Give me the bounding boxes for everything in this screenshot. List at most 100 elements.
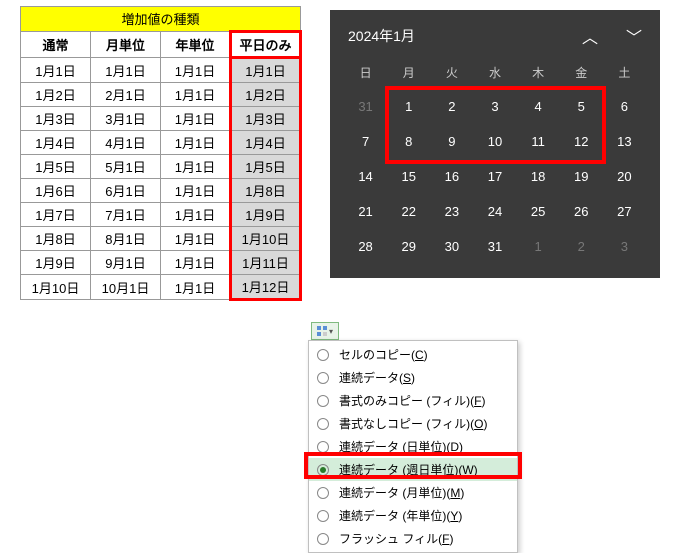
calendar-prev-icon[interactable]: ︿ bbox=[582, 24, 598, 48]
table-cell[interactable]: 1月10日 bbox=[21, 275, 91, 300]
table-cell[interactable]: 1月1日 bbox=[231, 58, 301, 83]
header-month[interactable]: 月単位 bbox=[91, 32, 161, 58]
calendar-day[interactable]: 4 bbox=[517, 89, 560, 124]
calendar-widget: 2024年1月 ︿ ﹀ 日月火水木金土311234567891011121314… bbox=[330, 10, 660, 278]
header-normal[interactable]: 通常 bbox=[21, 32, 91, 58]
table-cell[interactable]: 1月1日 bbox=[161, 107, 231, 131]
table-cell[interactable]: 1月12日 bbox=[231, 275, 301, 300]
table-cell[interactable]: 1月1日 bbox=[161, 203, 231, 227]
table-cell[interactable]: 10月1日 bbox=[91, 275, 161, 300]
menu-item[interactable]: 書式なしコピー (フィル)(O) bbox=[309, 412, 517, 435]
table-cell[interactable]: 1月1日 bbox=[161, 251, 231, 275]
calendar-next-icon[interactable]: ﹀ bbox=[626, 24, 642, 48]
table-cell[interactable]: 1月1日 bbox=[161, 179, 231, 203]
calendar-day[interactable]: 31 bbox=[473, 229, 516, 264]
table-cell[interactable]: 1月2日 bbox=[231, 83, 301, 107]
table-cell[interactable]: 1月1日 bbox=[161, 131, 231, 155]
menu-item-label: 書式なしコピー (フィル)(O) bbox=[339, 415, 507, 432]
radio-icon bbox=[317, 349, 329, 361]
table-cell[interactable]: 1月2日 bbox=[21, 83, 91, 107]
calendar-title[interactable]: 2024年1月 bbox=[348, 26, 415, 46]
calendar-day[interactable]: 2 bbox=[560, 229, 603, 264]
table-cell[interactable]: 1月9日 bbox=[21, 251, 91, 275]
table-cell[interactable]: 1月4日 bbox=[21, 131, 91, 155]
calendar-day[interactable]: 19 bbox=[560, 159, 603, 194]
table-cell[interactable]: 1月8日 bbox=[21, 227, 91, 251]
calendar-day[interactable]: 1 bbox=[517, 229, 560, 264]
calendar-day[interactable]: 8 bbox=[387, 124, 430, 159]
calendar-day[interactable]: 11 bbox=[517, 124, 560, 159]
calendar-day[interactable]: 21 bbox=[344, 194, 387, 229]
calendar-day[interactable]: 31 bbox=[344, 89, 387, 124]
calendar-day[interactable]: 20 bbox=[603, 159, 646, 194]
table-cell[interactable]: 4月1日 bbox=[91, 131, 161, 155]
table-cell[interactable]: 1月10日 bbox=[231, 227, 301, 251]
table-cell[interactable]: 1月4日 bbox=[231, 131, 301, 155]
calendar-day[interactable]: 12 bbox=[560, 124, 603, 159]
calendar-day[interactable]: 24 bbox=[473, 194, 516, 229]
table-cell[interactable]: 1月9日 bbox=[231, 203, 301, 227]
menu-item-label: 連続データ (月単位)(M) bbox=[339, 484, 507, 501]
calendar-day[interactable]: 26 bbox=[560, 194, 603, 229]
menu-item[interactable]: 連続データ (年単位)(Y) bbox=[309, 504, 517, 527]
menu-item[interactable]: フラッシュ フィル(F) bbox=[309, 527, 517, 550]
calendar-day[interactable]: 29 bbox=[387, 229, 430, 264]
table-cell[interactable]: 1月1日 bbox=[161, 83, 231, 107]
table-cell[interactable]: 1月7日 bbox=[21, 203, 91, 227]
calendar-day[interactable]: 23 bbox=[430, 194, 473, 229]
calendar-day[interactable]: 5 bbox=[560, 89, 603, 124]
menu-item[interactable]: セルのコピー(C) bbox=[309, 343, 517, 366]
table-cell[interactable]: 3月1日 bbox=[91, 107, 161, 131]
menu-item[interactable]: 書式のみコピー (フィル)(F) bbox=[309, 389, 517, 412]
table-cell[interactable]: 1月6日 bbox=[21, 179, 91, 203]
calendar-day[interactable]: 9 bbox=[430, 124, 473, 159]
calendar-day[interactable]: 28 bbox=[344, 229, 387, 264]
table-cell[interactable]: 1月5日 bbox=[231, 155, 301, 179]
menu-item[interactable]: 連続データ (週日単位)(W) bbox=[309, 458, 517, 481]
table-row: 1月4日4月1日1月1日1月4日 bbox=[21, 131, 301, 155]
header-year[interactable]: 年単位 bbox=[161, 32, 231, 58]
calendar-day[interactable]: 13 bbox=[603, 124, 646, 159]
header-weekday[interactable]: 平日のみ bbox=[231, 32, 301, 58]
calendar-day[interactable]: 2 bbox=[430, 89, 473, 124]
table-cell[interactable]: 1月1日 bbox=[21, 58, 91, 83]
table-cell[interactable]: 1月1日 bbox=[161, 227, 231, 251]
table-cell[interactable]: 6月1日 bbox=[91, 179, 161, 203]
table-cell[interactable]: 1月1日 bbox=[161, 58, 231, 83]
table-cell[interactable]: 9月1日 bbox=[91, 251, 161, 275]
table-cell[interactable]: 1月1日 bbox=[161, 155, 231, 179]
calendar-day[interactable]: 30 bbox=[430, 229, 473, 264]
calendar-day[interactable]: 7 bbox=[344, 124, 387, 159]
table-cell[interactable]: 7月1日 bbox=[91, 203, 161, 227]
calendar-day[interactable]: 25 bbox=[517, 194, 560, 229]
table-cell[interactable]: 1月11日 bbox=[231, 251, 301, 275]
calendar-day[interactable]: 1 bbox=[387, 89, 430, 124]
calendar-day[interactable]: 14 bbox=[344, 159, 387, 194]
calendar-day[interactable]: 16 bbox=[430, 159, 473, 194]
table-cell[interactable]: 2月1日 bbox=[91, 83, 161, 107]
calendar-day[interactable]: 27 bbox=[603, 194, 646, 229]
autofill-options-button[interactable] bbox=[311, 322, 339, 340]
table-cell[interactable]: 1月3日 bbox=[21, 107, 91, 131]
menu-item[interactable]: 連続データ (日単位)(D) bbox=[309, 435, 517, 458]
calendar-day[interactable]: 3 bbox=[603, 229, 646, 264]
menu-item[interactable]: 連続データ (月単位)(M) bbox=[309, 481, 517, 504]
calendar-day[interactable]: 22 bbox=[387, 194, 430, 229]
table-cell[interactable]: 1月5日 bbox=[21, 155, 91, 179]
calendar-day[interactable]: 17 bbox=[473, 159, 516, 194]
table-cell[interactable]: 1月8日 bbox=[231, 179, 301, 203]
table-row: 1月6日6月1日1月1日1月8日 bbox=[21, 179, 301, 203]
table-row: 1月9日9月1日1月1日1月11日 bbox=[21, 251, 301, 275]
calendar-day[interactable]: 10 bbox=[473, 124, 516, 159]
calendar-day[interactable]: 3 bbox=[473, 89, 516, 124]
calendar-day[interactable]: 15 bbox=[387, 159, 430, 194]
menu-item[interactable]: 連続データ(S) bbox=[309, 366, 517, 389]
calendar-day[interactable]: 6 bbox=[603, 89, 646, 124]
table-cell[interactable]: 1月3日 bbox=[231, 107, 301, 131]
table-cell[interactable]: 1月1日 bbox=[161, 275, 231, 300]
calendar-day[interactable]: 18 bbox=[517, 159, 560, 194]
table-cell[interactable]: 8月1日 bbox=[91, 227, 161, 251]
table-cell[interactable]: 1月1日 bbox=[91, 58, 161, 83]
calendar-dow-label: 木 bbox=[517, 60, 560, 89]
table-cell[interactable]: 5月1日 bbox=[91, 155, 161, 179]
